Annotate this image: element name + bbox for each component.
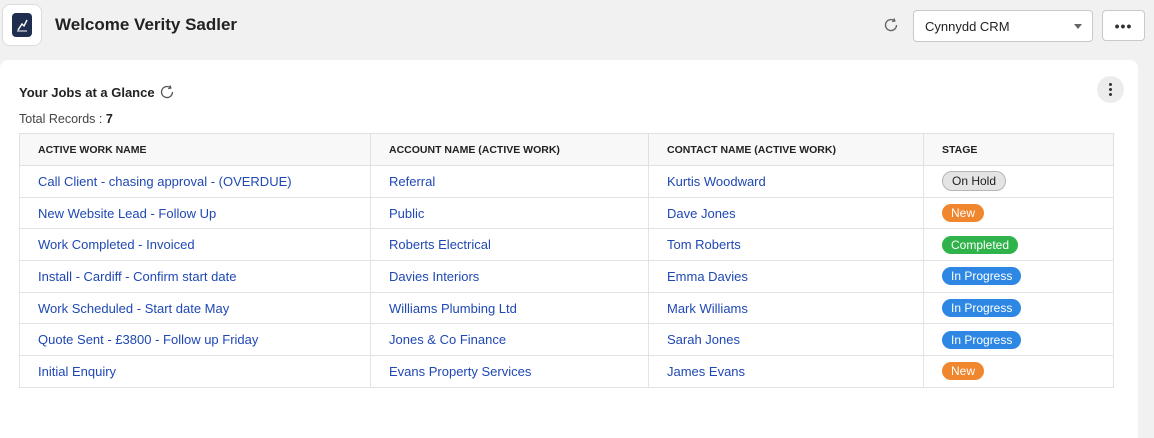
contact-name-link[interactable]: Tom Roberts — [667, 237, 741, 252]
stage-cell: On Hold — [923, 165, 1114, 198]
total-records: Total Records : 7 — [19, 112, 113, 126]
work-name-link[interactable]: New Website Lead - Follow Up — [38, 206, 216, 221]
chevron-down-icon — [1074, 24, 1082, 29]
stage-badge: New — [942, 204, 985, 223]
welcome-title: Welcome Verity Sadler — [55, 15, 238, 34]
app-logo-icon[interactable] — [2, 4, 42, 46]
contact-name-cell: Sarah Jones — [648, 323, 924, 357]
account-name-cell: Davies Interiors — [370, 260, 649, 293]
contact-name-link[interactable]: James Evans — [667, 364, 745, 379]
more-vertical-icon[interactable] — [1097, 76, 1124, 103]
table-row: Work Scheduled - Start date May Williams … — [19, 291, 1114, 325]
work-name-link[interactable]: Quote Sent - £3800 - Follow up Friday — [38, 332, 258, 347]
panel-title: Your Jobs at a Glance — [19, 85, 155, 100]
jobs-table: ACTIVE WORK NAME ACCOUNT NAME (ACTIVE WO… — [19, 133, 1114, 388]
table-row: Initial Enquiry Evans Property Services Ja… — [19, 355, 1114, 388]
table-row: New Website Lead - Follow Up Public Dave J… — [19, 196, 1114, 230]
stage-badge: On Hold — [942, 171, 1007, 192]
stage-cell: New — [923, 355, 1114, 388]
account-name-cell: Evans Property Services — [370, 355, 649, 388]
stage-cell: Completed — [923, 228, 1114, 262]
work-name-cell: Work Completed - Invoiced — [19, 228, 371, 262]
column-header-contact[interactable]: CONTACT NAME (ACTIVE WORK) — [648, 133, 924, 166]
work-name-cell: New Website Lead - Follow Up — [19, 196, 371, 230]
work-name-cell: Initial Enquiry — [19, 355, 371, 388]
more-horizontal-icon: ••• — [1114, 17, 1133, 34]
stage-badge: In Progress — [942, 267, 1022, 286]
work-name-cell: Call Client - chasing approval - (OVERDU… — [19, 165, 371, 198]
work-name-cell: Quote Sent - £3800 - Follow up Friday — [19, 323, 371, 357]
work-name-link[interactable]: Initial Enquiry — [38, 364, 116, 379]
stage-cell: In Progress — [923, 260, 1114, 293]
account-name-link[interactable]: Roberts Electrical — [389, 237, 491, 252]
account-name-cell: Williams Plumbing Ltd — [370, 291, 649, 325]
stage-cell: In Progress — [923, 323, 1114, 357]
stage-badge: New — [942, 362, 985, 381]
jobs-panel: Your Jobs at a Glance Total Records : 7 … — [0, 60, 1138, 438]
total-records-label: Total Records : — [19, 112, 103, 126]
contact-name-cell: Dave Jones — [648, 196, 924, 230]
stage-badge: Completed — [942, 235, 1019, 254]
account-name-cell: Referral — [370, 165, 649, 198]
work-name-link[interactable]: Work Scheduled - Start date May — [38, 301, 229, 316]
contact-name-link[interactable]: Emma Davies — [667, 269, 748, 284]
stage-badge: In Progress — [942, 330, 1022, 349]
account-name-cell: Public — [370, 196, 649, 230]
contact-name-cell: Tom Roberts — [648, 228, 924, 262]
work-name-link[interactable]: Call Client - chasing approval - (OVERDU… — [38, 174, 292, 189]
top-bar: Welcome Verity Sadler Cynnydd CRM ••• — [0, 0, 1154, 56]
stage-badge: In Progress — [942, 299, 1022, 318]
table-header-row: ACTIVE WORK NAME ACCOUNT NAME (ACTIVE WO… — [19, 133, 1114, 166]
stage-cell: In Progress — [923, 291, 1114, 325]
account-name-link[interactable]: Public — [389, 206, 424, 221]
account-name-link[interactable]: Williams Plumbing Ltd — [389, 301, 517, 316]
table-row: Quote Sent - £3800 - Follow up Friday Jon… — [19, 323, 1114, 357]
account-name-cell: Roberts Electrical — [370, 228, 649, 262]
total-records-value: 7 — [105, 112, 113, 126]
contact-name-cell: Emma Davies — [648, 260, 924, 293]
account-name-link[interactable]: Davies Interiors — [389, 269, 479, 284]
contact-name-link[interactable]: Sarah Jones — [667, 332, 740, 347]
stage-cell: New — [923, 196, 1114, 230]
more-options-button[interactable]: ••• — [1102, 10, 1145, 41]
contact-name-cell: Mark Williams — [648, 291, 924, 325]
contact-name-link[interactable]: Mark Williams — [667, 301, 748, 316]
account-name-cell: Jones & Co Finance — [370, 323, 649, 357]
refresh-icon[interactable] — [880, 14, 902, 36]
contact-name-link[interactable]: Dave Jones — [667, 206, 736, 221]
table-row: Work Completed - Invoiced Roberts Electri… — [19, 228, 1114, 262]
crm-select[interactable]: Cynnydd CRM — [913, 10, 1093, 42]
account-name-link[interactable]: Jones & Co Finance — [389, 332, 506, 347]
refresh-icon[interactable] — [158, 83, 176, 101]
account-name-link[interactable]: Evans Property Services — [389, 364, 531, 379]
work-name-link[interactable]: Work Completed - Invoiced — [38, 237, 195, 252]
contact-name-cell: Kurtis Woodward — [648, 165, 924, 198]
column-header-account[interactable]: ACCOUNT NAME (ACTIVE WORK) — [370, 133, 649, 166]
table-row: Call Client - chasing approval - (OVERDU… — [19, 165, 1114, 198]
column-header-stage[interactable]: STAGE — [923, 133, 1114, 166]
work-name-cell: Install - Cardiff - Confirm start date — [19, 260, 371, 293]
account-name-link[interactable]: Referral — [389, 174, 435, 189]
column-header-work[interactable]: ACTIVE WORK NAME — [19, 133, 371, 166]
crm-select-value: Cynnydd CRM — [925, 18, 1010, 34]
contact-name-link[interactable]: Kurtis Woodward — [667, 174, 766, 189]
work-name-cell: Work Scheduled - Start date May — [19, 291, 371, 325]
contact-name-cell: James Evans — [648, 355, 924, 388]
table-row: Install - Cardiff - Confirm start date Da… — [19, 260, 1114, 293]
work-name-link[interactable]: Install - Cardiff - Confirm start date — [38, 269, 236, 284]
